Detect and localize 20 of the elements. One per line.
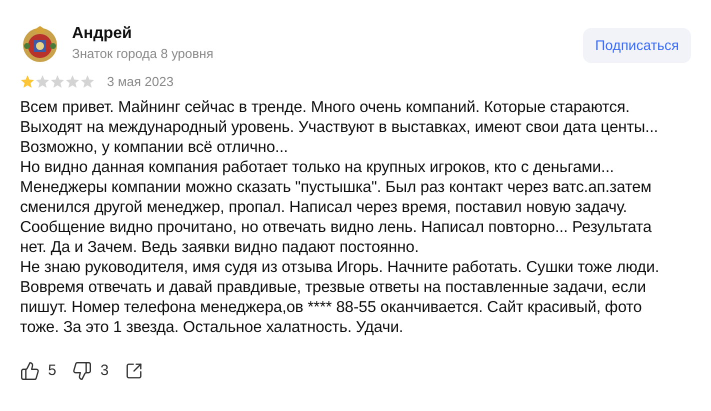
review-paragraph: Менеджеры компании можно сказать "пустышка". Был раз контакт через ватс.ап.затем сменился другой менеджер, пропал. Написал через время, поставил новую задачу. Сообщение видно прочитано, но отвечать видно лень. Написал повторно... Результата нет. Да и Зачем. Ведь заявки видно падают постоянно. bbox=[20, 178, 653, 258]
subscribe-button[interactable]: Подписаться bbox=[583, 28, 691, 63]
share-icon bbox=[124, 362, 143, 380]
star-icon bbox=[35, 74, 50, 90]
star-icon bbox=[65, 74, 80, 90]
star-icon bbox=[20, 74, 35, 90]
review-paragraph: Всем привет. Майнинг сейчас в тренде. Много очень компаний. Которые стараются. Выходят на международный уровень. Участвуют в выставках, имеют свои дата центы... bbox=[20, 98, 660, 138]
star-icon bbox=[80, 74, 95, 90]
review-paragraph: Возможно, у компании всё отлично... bbox=[20, 138, 289, 158]
review-date: 3 мая 2023 bbox=[107, 73, 174, 91]
author-level: Знаток города 8 уровня bbox=[72, 45, 214, 63]
star-icon bbox=[50, 74, 65, 90]
thumbs-up-icon bbox=[20, 360, 40, 381]
dislike-button[interactable]: 3 bbox=[72, 360, 109, 382]
author-name[interactable]: Андрей bbox=[72, 24, 214, 44]
review-paragraph: Но видно данная компания работает только на крупных игроков, кто с деньгами... bbox=[20, 158, 615, 178]
like-button[interactable]: 5 bbox=[20, 360, 56, 382]
thumbs-down-icon bbox=[72, 360, 92, 381]
share-button[interactable] bbox=[124, 362, 143, 380]
review-paragraph: Не знаю руководителя, имя судя из отзыва Игорь. Начните работать. Сушки тоже люди. Вовремя отвечать и давай правдивые, трезвые ответы на поставленные задачи, если пишут. Номер телефона менеджера,ов **** 88-55 оканчивается. Сайт красивый, фото тоже. За это 1 звезда. Остальное халатность. Удачи. bbox=[20, 258, 660, 338]
